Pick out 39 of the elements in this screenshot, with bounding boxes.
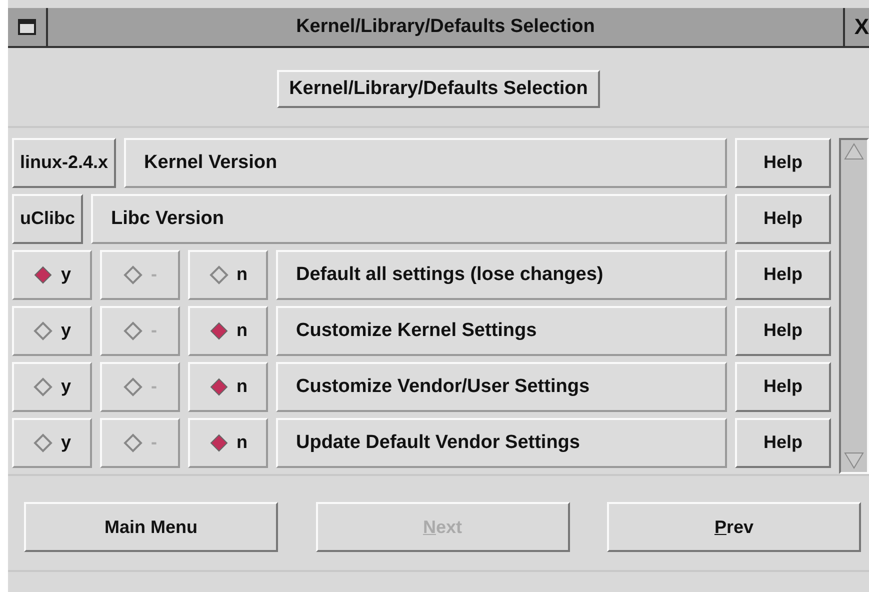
tristate-option[interactable]: n: [188, 362, 268, 412]
choice-button[interactable]: linux-2.4.x: [12, 138, 116, 188]
option-label: Kernel Version: [124, 138, 727, 188]
help-button[interactable]: Help: [735, 418, 831, 468]
tristate-option[interactable]: n: [188, 418, 268, 468]
choice-button[interactable]: uClibc: [12, 194, 84, 244]
option-label: Libc Version: [91, 194, 727, 244]
radio-icon[interactable]: [32, 376, 53, 397]
tristate-option[interactable]: n: [188, 250, 268, 300]
option-label: Update Default Vendor Settings: [276, 418, 727, 468]
scroll-down-icon[interactable]: [844, 452, 864, 470]
scrollbar[interactable]: [839, 138, 869, 474]
radio-icon[interactable]: [208, 432, 228, 453]
help-button[interactable]: Help: [735, 362, 831, 412]
radio-icon[interactable]: [32, 264, 53, 285]
radio-icon[interactable]: [208, 264, 228, 285]
heading-button[interactable]: Kernel/Library/Defaults Selection: [277, 70, 600, 108]
radio-icon[interactable]: [208, 376, 228, 397]
help-button[interactable]: Help: [735, 306, 831, 356]
tristate-option[interactable]: y: [12, 362, 92, 412]
option-label: Default all settings (lose changes): [276, 250, 727, 300]
option-label: Customize Vendor/User Settings: [276, 362, 727, 412]
radio-icon[interactable]: [208, 320, 228, 341]
help-button[interactable]: Help: [735, 250, 831, 300]
nav-button[interactable]: Main Menu: [24, 502, 278, 552]
option-label: Customize Kernel Settings: [276, 306, 727, 356]
radio-icon[interactable]: [32, 432, 53, 453]
help-button[interactable]: Help: [735, 138, 831, 188]
window-menu-icon[interactable]: [18, 18, 36, 35]
scroll-up-icon[interactable]: [844, 142, 864, 160]
nav-button[interactable]: Prev: [607, 502, 861, 552]
close-button[interactable]: X: [843, 8, 869, 46]
tristate-option[interactable]: y: [12, 250, 92, 300]
tristate-option[interactable]: y: [12, 306, 92, 356]
help-button[interactable]: Help: [735, 194, 831, 244]
window-title: Kernel/Library/Defaults Selection: [295, 16, 596, 38]
tristate-option[interactable]: y: [12, 418, 92, 468]
radio-icon[interactable]: [32, 320, 53, 341]
tristate-option[interactable]: n: [188, 306, 268, 356]
